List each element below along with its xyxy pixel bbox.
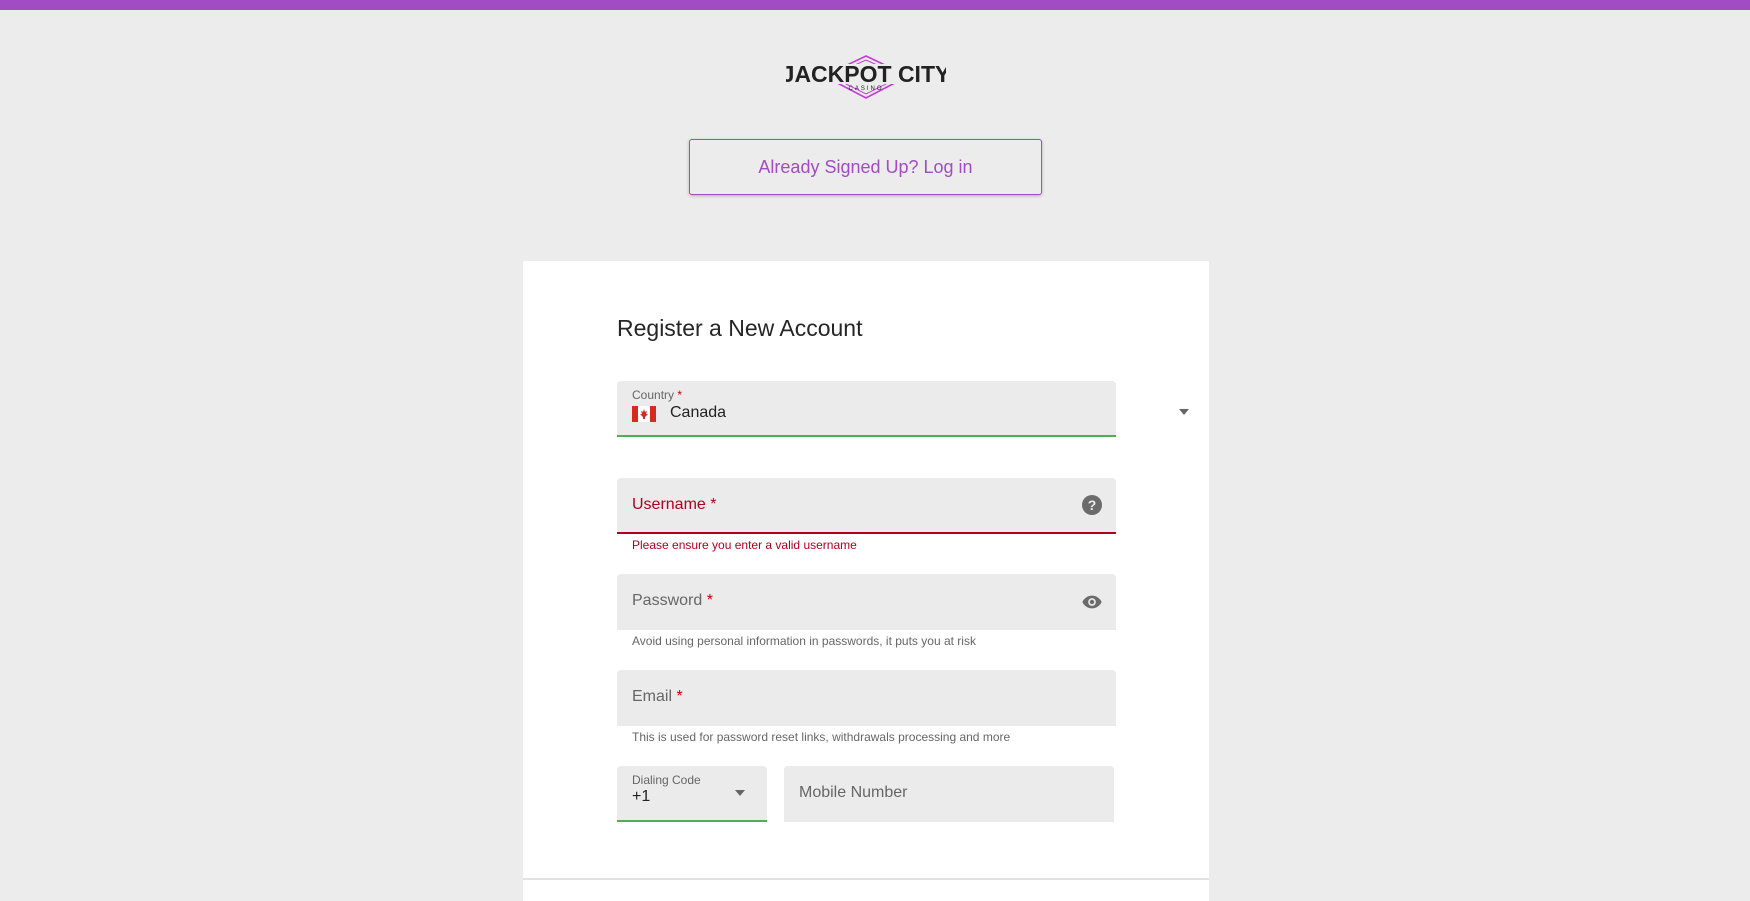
eye-icon[interactable]	[1081, 591, 1103, 613]
logo-subtitle: CASINO	[848, 86, 883, 92]
dialing-code-label: Dialing Code	[632, 773, 701, 787]
login-button[interactable]: Already Signed Up? Log in	[689, 139, 1042, 195]
form-title: Register a New Account	[617, 315, 863, 341]
country-value: Canada	[670, 404, 727, 421]
help-circle-icon[interactable]: ?	[1081, 494, 1103, 516]
password-input[interactable]: Password *	[617, 574, 1116, 630]
dialing-code-value: +1	[632, 788, 651, 805]
country-label: Country *	[632, 388, 683, 402]
card-divider	[523, 878, 1209, 880]
svg-text:?: ?	[1088, 497, 1097, 513]
chevron-down-icon	[735, 790, 745, 796]
email-helper-text: This is used for password reset links, w…	[632, 730, 1011, 744]
registration-card: Register a New Account Country * Canada …	[523, 261, 1209, 901]
mobile-number-label: Mobile Number	[799, 784, 908, 801]
jackpot-city-logo[interactable]: JACKPOT CITY CASINO	[786, 54, 946, 100]
country-select[interactable]: Country * Canada	[617, 381, 1189, 437]
password-label: Password *	[632, 592, 713, 609]
top-accent-bar	[0, 0, 1750, 10]
canada-flag-icon	[632, 406, 656, 422]
password-helper-text: Avoid using personal information in pass…	[632, 634, 976, 648]
email-label: Email *	[632, 688, 683, 705]
dialing-code-select[interactable]: Dialing Code +1	[617, 766, 767, 822]
logo-wordmark: JACKPOT CITY	[786, 61, 946, 87]
username-input[interactable]: Username * ?	[617, 478, 1116, 534]
chevron-down-icon	[1179, 409, 1189, 415]
email-input[interactable]: Email *	[617, 670, 1116, 726]
username-label: Username *	[632, 496, 717, 513]
mobile-number-input[interactable]: Mobile Number	[784, 766, 1114, 822]
username-error-text: Please ensure you enter a valid username	[632, 538, 857, 552]
login-button-label: Already Signed Up? Log in	[758, 156, 973, 177]
